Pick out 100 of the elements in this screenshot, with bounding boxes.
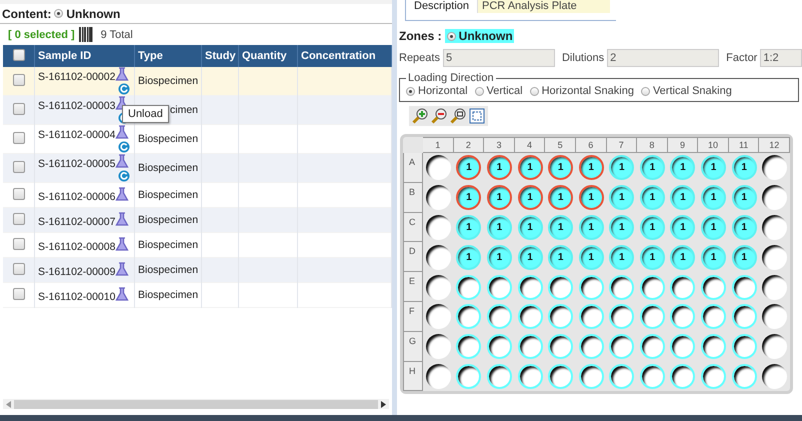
radio-label[interactable]: Horizontal xyxy=(418,85,468,97)
row-header[interactable]: A xyxy=(403,153,423,183)
well[interactable] xyxy=(670,304,696,330)
well[interactable]: 1 xyxy=(640,155,665,180)
well[interactable] xyxy=(548,304,574,330)
flask-icon[interactable] xyxy=(115,187,130,201)
well[interactable] xyxy=(426,155,451,180)
well[interactable]: 1 xyxy=(486,244,512,270)
refresh-icon[interactable] xyxy=(118,141,130,153)
well[interactable] xyxy=(578,334,604,360)
well[interactable] xyxy=(640,334,665,360)
well[interactable]: 1 xyxy=(670,244,696,270)
well[interactable] xyxy=(426,244,451,270)
column-header[interactable]: Sample ID xyxy=(34,45,134,67)
well[interactable] xyxy=(426,334,451,360)
flask-icon[interactable] xyxy=(115,67,130,81)
table-row[interactable]: S-161102-00004 Biospecimen xyxy=(3,124,392,154)
well[interactable]: 1 xyxy=(609,185,634,210)
well[interactable]: 1 xyxy=(518,185,543,210)
column-header[interactable]: 5 xyxy=(545,137,576,153)
row-header[interactable]: D xyxy=(403,242,423,272)
checkbox[interactable] xyxy=(12,132,24,144)
row-header[interactable]: B xyxy=(403,182,423,213)
well[interactable] xyxy=(456,364,482,389)
well[interactable] xyxy=(701,364,726,389)
well[interactable] xyxy=(609,334,634,360)
input-field[interactable]: 1:2 xyxy=(760,49,802,67)
well[interactable] xyxy=(456,334,482,360)
well[interactable] xyxy=(762,214,788,240)
column-header[interactable]: Type xyxy=(134,45,202,67)
well[interactable] xyxy=(732,274,757,300)
checkbox[interactable] xyxy=(12,288,24,300)
well[interactable]: 1 xyxy=(701,185,726,210)
column-header[interactable]: Concentration xyxy=(298,45,392,67)
well[interactable] xyxy=(701,304,726,330)
well[interactable]: 1 xyxy=(732,244,757,270)
well[interactable]: 1 xyxy=(609,214,634,240)
input-field[interactable]: 2 xyxy=(607,49,720,67)
table-row[interactable]: S-161102-00010 Biospecimen xyxy=(3,282,392,308)
refresh-icon[interactable] xyxy=(118,170,130,182)
scrollbar[interactable] xyxy=(3,399,389,409)
well[interactable] xyxy=(701,274,726,300)
well[interactable] xyxy=(486,334,512,360)
well[interactable] xyxy=(762,244,788,270)
well[interactable]: 1 xyxy=(640,185,665,210)
well[interactable] xyxy=(762,155,788,180)
well[interactable]: 1 xyxy=(640,214,665,240)
well[interactable] xyxy=(701,334,726,360)
well[interactable]: 1 xyxy=(456,244,482,270)
radio-label[interactable]: Vertical Snaking xyxy=(652,85,732,97)
column-header[interactable]: 4 xyxy=(514,137,546,153)
table-row[interactable]: S-161102-00008 Biospecimen xyxy=(3,232,392,258)
well[interactable]: 1 xyxy=(609,244,634,270)
well[interactable]: 1 xyxy=(578,155,604,180)
well[interactable]: 1 xyxy=(670,185,696,210)
description-field[interactable]: PCR Analysis Plate xyxy=(478,0,610,13)
well[interactable]: 1 xyxy=(486,214,512,240)
well[interactable] xyxy=(548,274,574,300)
flask-icon[interactable] xyxy=(115,237,130,251)
flask-icon[interactable] xyxy=(115,154,130,168)
radio-label[interactable]: Horizontal Snaking xyxy=(542,85,634,97)
column-header[interactable]: Study xyxy=(202,45,238,67)
well[interactable] xyxy=(456,304,482,330)
well[interactable] xyxy=(486,304,512,330)
refresh-icon[interactable] xyxy=(118,83,130,95)
row-header[interactable]: G xyxy=(403,332,423,362)
well[interactable] xyxy=(518,364,543,389)
fit-icon[interactable] xyxy=(469,108,485,124)
input-field[interactable]: 5 xyxy=(442,49,555,67)
well[interactable] xyxy=(548,334,574,360)
well[interactable]: 1 xyxy=(456,214,482,240)
well[interactable]: 1 xyxy=(670,214,696,240)
flask-icon[interactable] xyxy=(115,262,130,276)
well[interactable] xyxy=(426,185,451,210)
well[interactable]: 1 xyxy=(486,185,512,210)
zoom-reset-icon[interactable] xyxy=(450,108,466,124)
row-header[interactable]: C xyxy=(403,212,423,242)
checkbox[interactable] xyxy=(12,238,24,250)
radio-button[interactable] xyxy=(474,86,484,96)
column-header[interactable]: 1 xyxy=(423,137,454,153)
well[interactable] xyxy=(486,274,512,300)
well[interactable] xyxy=(456,274,482,300)
well[interactable]: 1 xyxy=(732,155,757,180)
flask-icon[interactable] xyxy=(115,287,130,301)
well[interactable]: 1 xyxy=(640,244,665,270)
radio-button[interactable] xyxy=(406,86,415,96)
zoom-out-icon[interactable] xyxy=(431,108,447,124)
well[interactable]: 1 xyxy=(456,155,482,180)
column-header[interactable]: 8 xyxy=(637,137,668,153)
well[interactable]: 1 xyxy=(548,244,574,270)
well[interactable]: 1 xyxy=(456,185,482,210)
well[interactable] xyxy=(640,304,665,330)
row-header[interactable]: F xyxy=(403,302,423,332)
well[interactable] xyxy=(670,334,696,360)
column-header[interactable]: Quantity xyxy=(238,45,298,67)
radio-button[interactable] xyxy=(640,86,650,96)
column-header[interactable]: 6 xyxy=(576,137,606,153)
column-header[interactable]: 2 xyxy=(454,137,484,153)
flask-icon[interactable] xyxy=(115,212,130,226)
zone-option[interactable]: Unknown xyxy=(444,29,514,43)
